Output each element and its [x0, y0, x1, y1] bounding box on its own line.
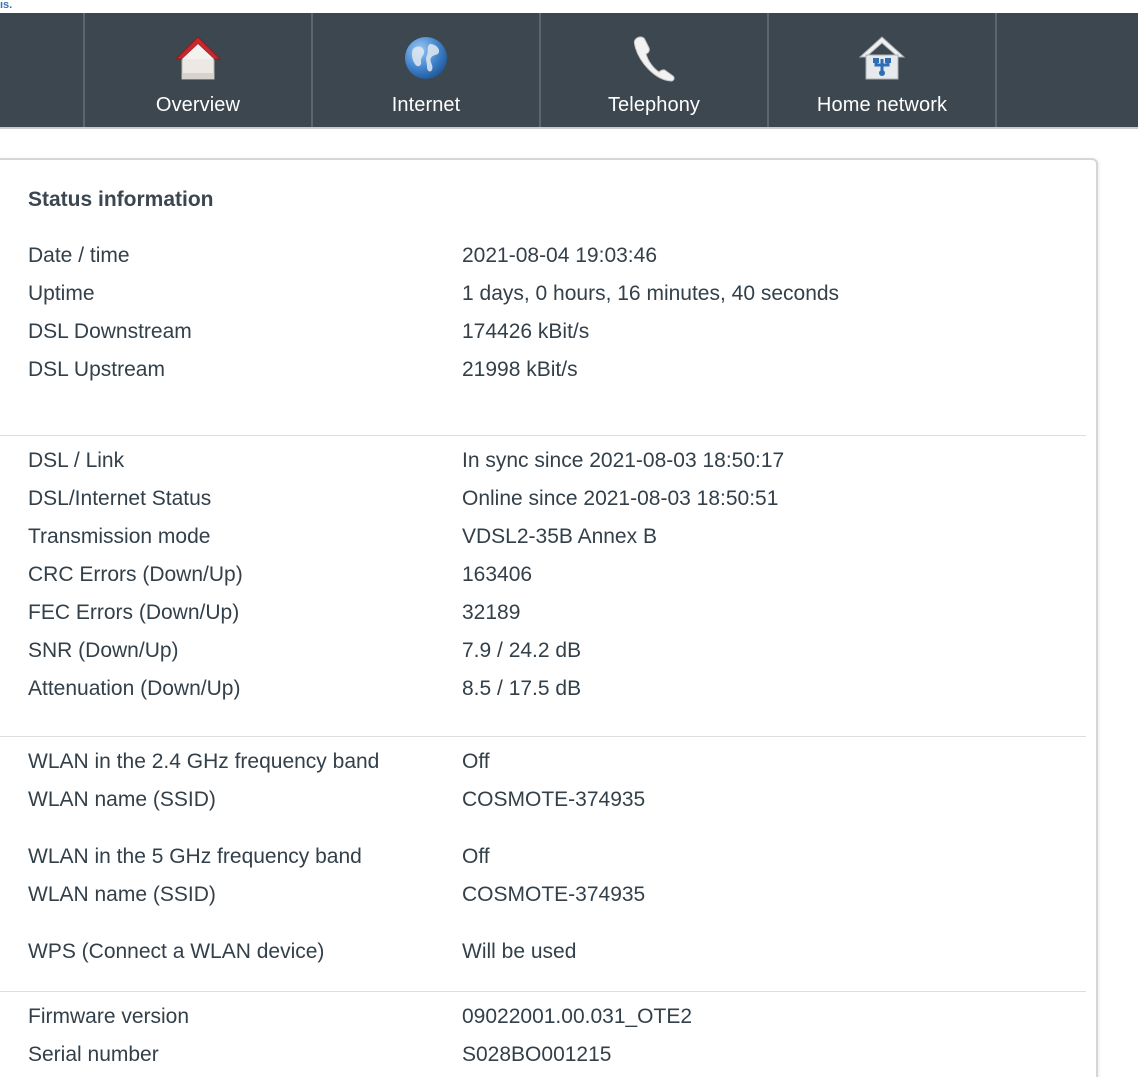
- phone-handset-icon: [629, 33, 679, 83]
- row-label: Date / time: [28, 244, 130, 267]
- row-label: WLAN in the 5 GHz frequency band: [28, 845, 362, 868]
- row-value: VDSL2-35B Annex B: [462, 525, 657, 548]
- status-row-dsl-upstream: DSL Upstream 21998 kBit/s: [28, 358, 1078, 388]
- row-label: DSL Downstream: [28, 320, 192, 343]
- row-value: Will be used: [462, 940, 577, 963]
- row-value: Off: [462, 845, 490, 868]
- home-network-icon: [857, 33, 907, 83]
- row-label: Transmission mode: [28, 525, 211, 548]
- row-label: DSL Upstream: [28, 358, 165, 381]
- row-label: WLAN name (SSID): [28, 788, 216, 811]
- main-navigation: Overview Internet Telephony Home network: [0, 13, 1138, 129]
- status-row-wps: WPS (Connect a WLAN device) Will be used: [28, 940, 1078, 970]
- row-value: COSMOTE-374935: [462, 883, 646, 906]
- nav-spacer: [0, 13, 85, 127]
- row-value: 174426 kBit/s: [462, 320, 590, 343]
- row-value: 09022001.00.031_OTE2: [462, 1005, 693, 1028]
- panel-title: Status information: [28, 188, 214, 211]
- row-value: 8.5 / 17.5 dB: [462, 677, 582, 700]
- row-label: CRC Errors (Down/Up): [28, 563, 243, 586]
- status-row-crc-errors: CRC Errors (Down/Up) 163406: [28, 563, 1078, 593]
- status-row-uptime: Uptime 1 days, 0 hours, 16 minutes, 40 s…: [28, 282, 1078, 312]
- status-row-wlan-5ghz: WLAN in the 5 GHz frequency band Off: [28, 845, 1078, 875]
- nav-item-home-network[interactable]: Home network: [769, 13, 997, 127]
- status-row-transmission-mode: Transmission mode VDSL2-35B Annex B: [28, 525, 1078, 555]
- row-label: WLAN name (SSID): [28, 883, 216, 906]
- status-row-serial-number: Serial number S028BO001215: [28, 1043, 1078, 1073]
- row-value: 2021-08-04 19:03:46: [462, 244, 657, 267]
- status-row-dsl-downstream: DSL Downstream 174426 kBit/s: [28, 320, 1078, 350]
- house-icon: [173, 33, 223, 83]
- row-label: DSL / Link: [28, 449, 125, 472]
- status-row-fec-errors: FEC Errors (Down/Up) 32189: [28, 601, 1078, 631]
- status-row-wlan-5ghz-ssid: WLAN name (SSID) COSMOTE-374935: [28, 883, 1078, 913]
- row-value: COSMOTE-374935: [462, 788, 646, 811]
- row-label: SNR (Down/Up): [28, 639, 179, 662]
- globe-icon: [401, 33, 451, 83]
- nav-label-home-network: Home network: [816, 94, 948, 116]
- row-label: Serial number: [28, 1043, 159, 1066]
- row-value: 7.9 / 24.2 dB: [462, 639, 582, 662]
- section-divider: [0, 991, 1086, 992]
- row-label: Uptime: [28, 282, 95, 305]
- corner-logo-fragment: ıs.: [0, 0, 13, 11]
- nav-item-internet[interactable]: Internet: [313, 13, 541, 127]
- nav-item-overview[interactable]: Overview: [85, 13, 313, 127]
- status-row-wlan-24ghz: WLAN in the 2.4 GHz frequency band Off: [28, 750, 1078, 780]
- row-value: S028BO001215: [462, 1043, 612, 1066]
- router-status-page: ıs. Overview Internet Telephony Home net…: [0, 0, 1138, 1077]
- nav-label-telephony: Telephony: [607, 94, 701, 116]
- row-label: DSL/Internet Status: [28, 487, 212, 510]
- nav-item-telephony[interactable]: Telephony: [541, 13, 769, 127]
- status-row-snr: SNR (Down/Up) 7.9 / 24.2 dB: [28, 639, 1078, 669]
- row-value: 163406: [462, 563, 533, 586]
- status-row-dsl-link: DSL / Link In sync since 2021-08-03 18:5…: [28, 449, 1078, 479]
- row-label: Firmware version: [28, 1005, 190, 1028]
- row-label: Attenuation (Down/Up): [28, 677, 241, 700]
- row-label: FEC Errors (Down/Up): [28, 601, 240, 624]
- section-divider: [0, 736, 1086, 737]
- row-value: 1 days, 0 hours, 16 minutes, 40 seconds: [462, 282, 840, 305]
- row-value: Online since 2021-08-03 18:50:51: [462, 487, 779, 510]
- status-row-firmware-version: Firmware version 09022001.00.031_OTE2: [28, 1005, 1078, 1035]
- row-value: 32189: [462, 601, 521, 624]
- status-information-panel: Status information Date / time 2021-08-0…: [0, 158, 1098, 1077]
- status-row-wlan-24ghz-ssid: WLAN name (SSID) COSMOTE-374935: [28, 788, 1078, 818]
- row-label: WLAN in the 2.4 GHz frequency band: [28, 750, 380, 773]
- row-value: In sync since 2021-08-03 18:50:17: [462, 449, 785, 472]
- status-row-internet-status: DSL/Internet Status Online since 2021-08…: [28, 487, 1078, 517]
- row-label: WPS (Connect a WLAN device): [28, 940, 325, 963]
- status-row-attenuation: Attenuation (Down/Up) 8.5 / 17.5 dB: [28, 677, 1078, 707]
- row-value: Off: [462, 750, 490, 773]
- row-value: 21998 kBit/s: [462, 358, 578, 381]
- nav-label-internet: Internet: [391, 94, 461, 116]
- section-divider: [0, 435, 1086, 436]
- nav-label-overview: Overview: [155, 94, 241, 116]
- status-row-date-time: Date / time 2021-08-04 19:03:46: [28, 244, 1078, 274]
